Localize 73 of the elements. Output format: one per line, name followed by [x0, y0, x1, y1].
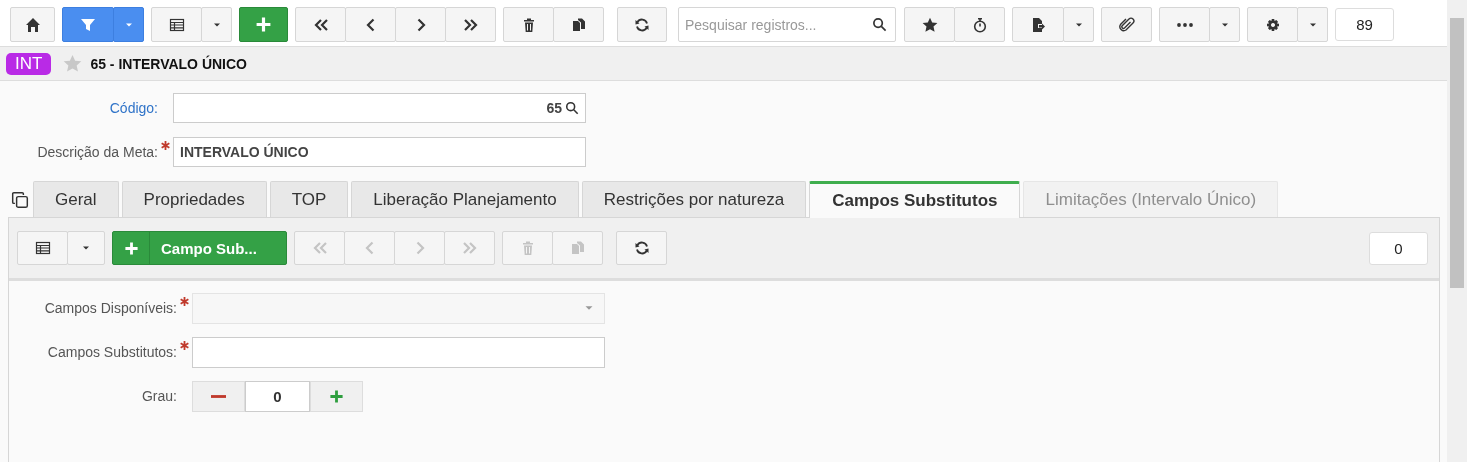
star-icon: [921, 16, 938, 33]
home-button[interactable]: [10, 7, 55, 42]
copy-icon: [570, 16, 587, 33]
tab[interactable]: TOP: [269, 181, 349, 217]
timer-button[interactable]: [954, 7, 1005, 42]
table-icon: [34, 240, 51, 256]
first-button[interactable]: [295, 7, 346, 42]
plus-icon: [123, 240, 139, 256]
required-icon: [180, 341, 189, 350]
plus-icon: [255, 16, 272, 33]
number-field[interactable]: 0: [245, 380, 310, 412]
more-icon: [1176, 22, 1193, 27]
field-label: Campos Substitutos:: [46, 344, 177, 360]
record-title: 65 - INTERVALO ÚNICO: [90, 55, 247, 72]
refresh-button[interactable]: [616, 231, 667, 265]
search-field[interactable]: Pesquisar registros...: [678, 7, 896, 42]
paperclip-icon: [1118, 16, 1135, 33]
dropdown-field[interactable]: [192, 292, 605, 324]
attachment-button[interactable]: [1101, 7, 1152, 42]
export-icon: [1030, 16, 1046, 33]
record-count: 89: [1335, 8, 1394, 41]
settings-icon: [1264, 16, 1281, 33]
scrollbar[interactable]: [1447, 0, 1467, 462]
field-label: Grau:: [141, 388, 177, 404]
grid-view-button[interactable]: [151, 7, 202, 42]
tab[interactable]: Liberação Planejamento: [351, 181, 579, 217]
decrement-button[interactable]: [192, 380, 245, 412]
export-button[interactable]: [1012, 7, 1064, 42]
field-value: 65: [546, 100, 562, 116]
favorites-button[interactable]: [904, 7, 955, 42]
last-icon: [461, 240, 478, 256]
tab[interactable]: Campos Substitutos: [809, 181, 1021, 218]
first-icon: [311, 240, 328, 256]
minus-icon: [211, 394, 226, 398]
record-count: 0: [1369, 231, 1428, 265]
copy-button[interactable]: [553, 7, 604, 42]
star-icon: [63, 54, 83, 73]
increment-button[interactable]: [310, 380, 363, 412]
search-input[interactable]: Pesquisar registros...: [679, 16, 872, 33]
first-icon: [312, 16, 329, 33]
description-field[interactable]: INTERVALO ÚNICO: [173, 137, 586, 167]
copy-icon: [569, 240, 586, 256]
refresh-icon: [634, 16, 650, 33]
home-icon: [24, 16, 41, 33]
more-button[interactable]: [1159, 7, 1210, 42]
delete-button[interactable]: [503, 7, 554, 42]
field-label: Descrição da Meta:: [36, 144, 158, 160]
entity-badge: INT: [6, 52, 52, 75]
settings-button[interactable]: [1247, 7, 1298, 42]
last-button[interactable]: [445, 7, 496, 42]
filter-button[interactable]: [62, 7, 114, 42]
field-label: Campos Disponíveis:: [43, 300, 177, 316]
table-icon: [168, 16, 185, 33]
duplicate-icon: [11, 191, 29, 209]
last-icon: [462, 16, 479, 33]
field-link[interactable]: Código:: [0, 100, 158, 116]
stopwatch-icon: [971, 16, 988, 33]
grid-view-button[interactable]: [17, 231, 68, 265]
text-field[interactable]: [192, 336, 605, 368]
tab[interactable]: Propriedades: [121, 181, 267, 217]
search-icon: [565, 101, 579, 115]
filter-icon: [80, 16, 96, 33]
tab[interactable]: Restrições por natureza: [581, 181, 807, 217]
plus-icon: [329, 388, 344, 404]
refresh-icon: [633, 240, 650, 256]
field-value: INTERVALO ÚNICO: [180, 144, 309, 160]
code-field[interactable]: 65: [173, 93, 586, 123]
search-icon: [872, 17, 887, 32]
refresh-button[interactable]: [617, 7, 667, 42]
required-icon: [161, 141, 170, 150]
required-icon: [180, 297, 189, 306]
add-button[interactable]: [239, 7, 288, 42]
tab[interactable]: Geral: [33, 181, 119, 217]
